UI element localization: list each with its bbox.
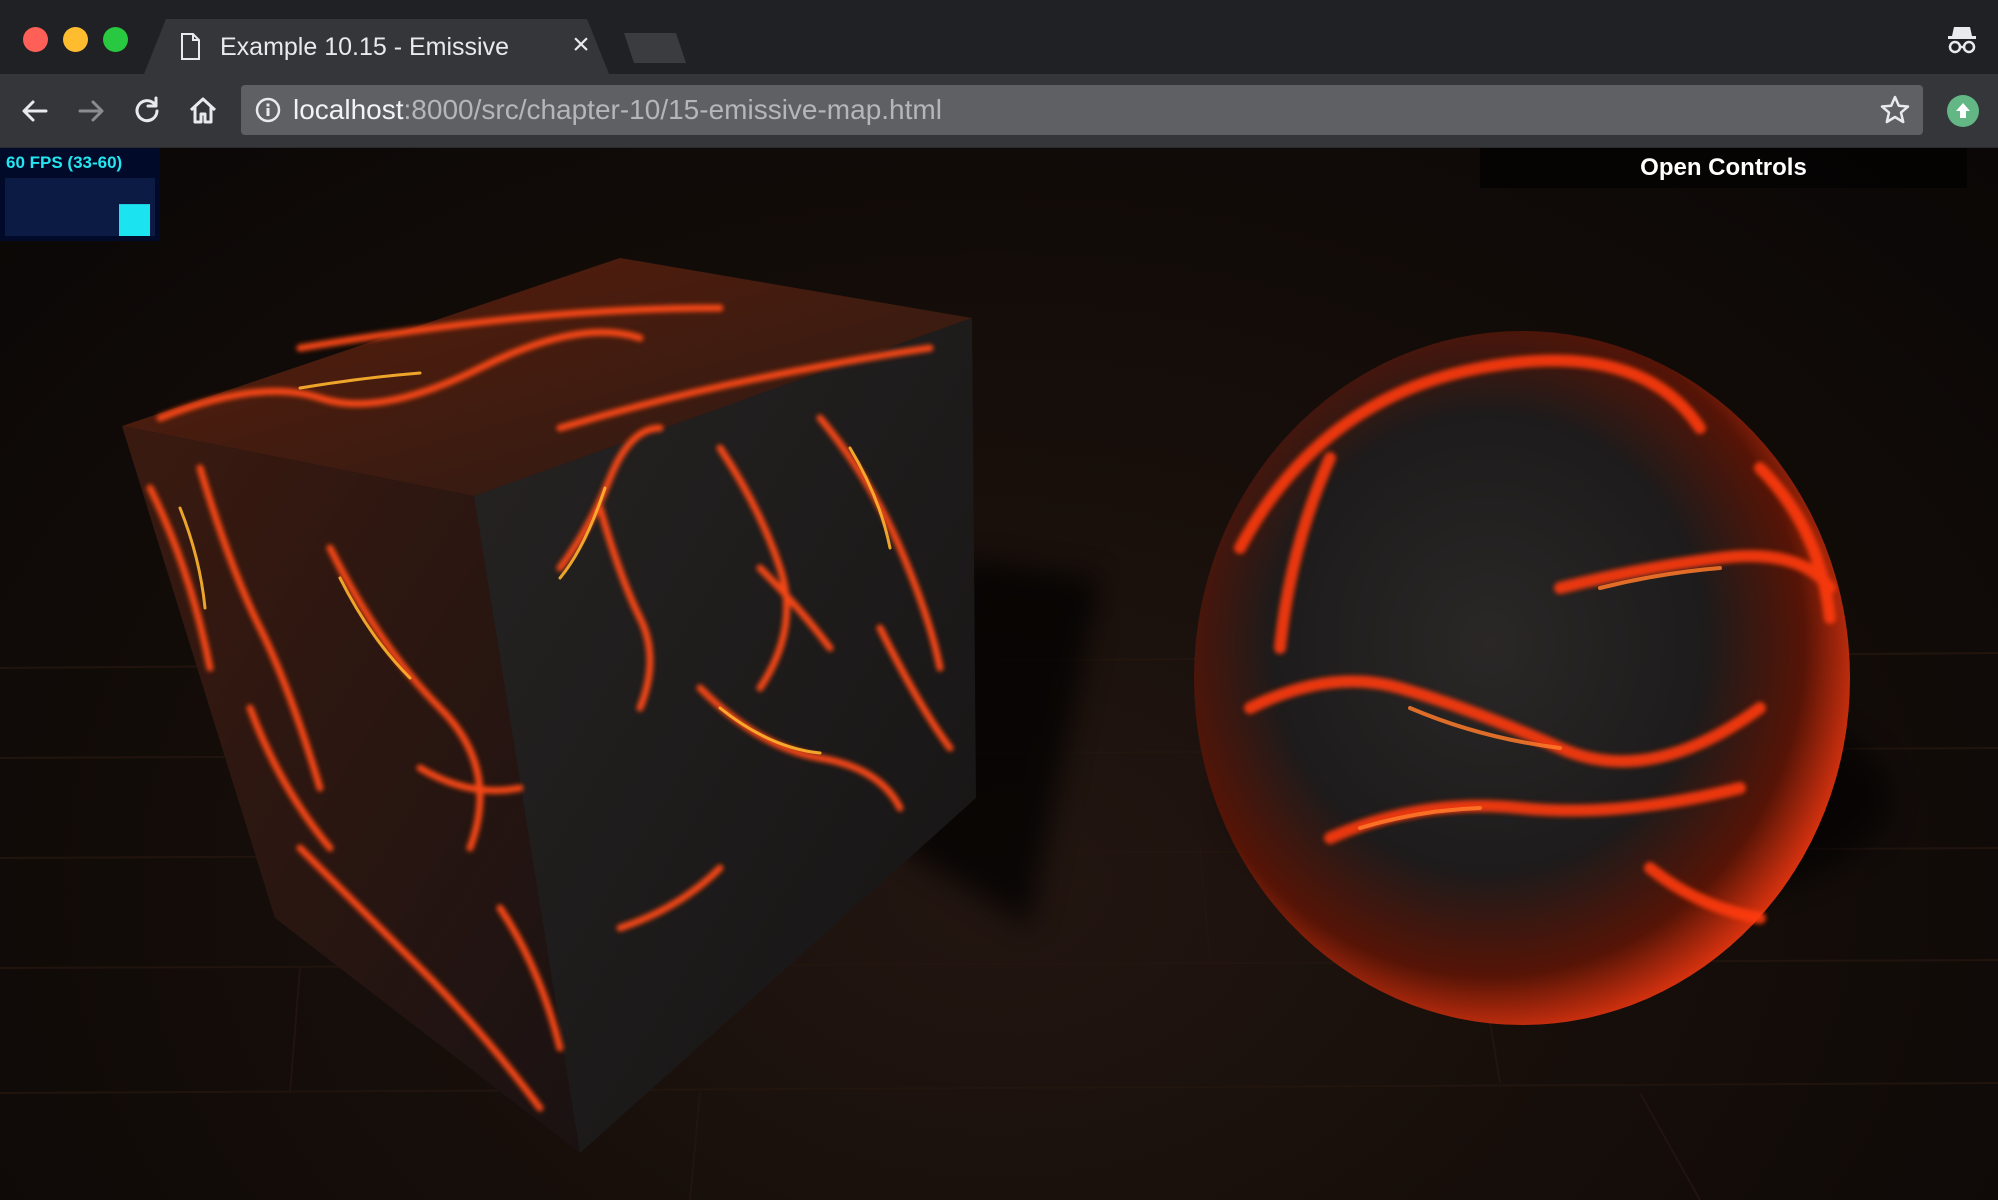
- forward-icon[interactable]: [74, 94, 108, 128]
- tab-title: Example 10.15 - Emissive: [220, 33, 510, 61]
- open-controls-button[interactable]: Open Controls: [1480, 148, 1967, 188]
- maximize-window-button[interactable]: [103, 27, 128, 52]
- back-icon[interactable]: [18, 94, 52, 128]
- fps-graph-bar: [119, 204, 150, 236]
- reload-icon[interactable]: [130, 94, 164, 128]
- lava-sphere: [1194, 331, 1850, 1025]
- tab-strip: Example 10.15 - Emissive ×: [0, 0, 1998, 74]
- lava-cube: [122, 258, 976, 1153]
- url-host: localhost: [293, 94, 404, 125]
- scene-render: [122, 258, 1890, 1153]
- page-icon: [181, 33, 200, 60]
- home-icon[interactable]: [186, 94, 220, 128]
- url-path: :8000/src/chapter-10/15-emissive-map.htm…: [403, 94, 942, 125]
- upload-arrow-icon: [1956, 103, 1970, 118]
- close-window-button[interactable]: [23, 27, 48, 52]
- address-bar[interactable]: localhost:8000/src/chapter-10/15-emissiv…: [241, 85, 1923, 135]
- incognito-icon: [1948, 27, 1976, 54]
- extension-icon[interactable]: [1947, 95, 1979, 127]
- bookmark-star-icon[interactable]: [1879, 94, 1911, 126]
- active-tab[interactable]: Example 10.15 - Emissive ×: [144, 19, 609, 74]
- close-tab-icon[interactable]: ×: [568, 30, 594, 60]
- fps-stats-panel[interactable]: 60 FPS (33-60): [0, 148, 160, 241]
- fps-label: 60 FPS (33-60): [6, 153, 123, 172]
- url-text[interactable]: localhost:8000/src/chapter-10/15-emissiv…: [293, 95, 942, 125]
- browser-toolbar: localhost:8000/src/chapter-10/15-emissiv…: [0, 74, 1998, 148]
- minimize-window-button[interactable]: [63, 27, 88, 52]
- info-icon[interactable]: [255, 97, 281, 123]
- webgl-canvas[interactable]: [0, 148, 1998, 1200]
- new-tab-button[interactable]: [624, 33, 686, 63]
